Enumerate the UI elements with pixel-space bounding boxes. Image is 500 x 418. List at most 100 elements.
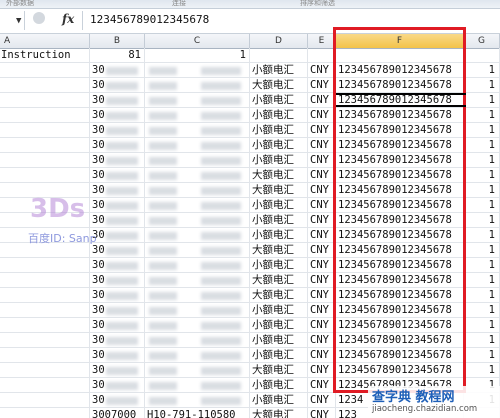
cancel-entry-icon[interactable]	[33, 12, 45, 24]
cell-c[interactable]	[145, 393, 250, 408]
cell-f[interactable]: 123456789012345678	[336, 108, 464, 123]
cell-f[interactable]: 123456789012345678	[336, 228, 464, 243]
cell-d[interactable]: 小额电汇	[250, 153, 308, 168]
cell-a[interactable]: Instruction	[0, 48, 90, 63]
cell-f[interactable]: 123456789012345678	[336, 138, 464, 153]
cell-f[interactable]: 123456789012345678	[336, 213, 464, 228]
cell-b[interactable]: 30	[90, 138, 145, 153]
cell-a[interactable]	[0, 363, 90, 378]
cell-g[interactable]: 1	[464, 288, 500, 303]
cell-d[interactable]: 小额电汇	[250, 258, 308, 273]
column-header-e[interactable]: E	[308, 34, 336, 48]
cell-f[interactable]: 123456789012345678	[336, 273, 464, 288]
cell-a[interactable]	[0, 408, 90, 418]
cell-g[interactable]: 1	[464, 243, 500, 258]
cell-f[interactable]: 123456789012345678	[336, 183, 464, 198]
cell-g[interactable]: 1	[464, 303, 500, 318]
cell-e[interactable]: CNY	[308, 183, 336, 198]
cell-b[interactable]: 30	[90, 318, 145, 333]
cell-d[interactable]: 大额电汇	[250, 168, 308, 183]
cell-a[interactable]	[0, 93, 90, 108]
cell-f[interactable]: 123456789012345678	[336, 153, 464, 168]
cell-e[interactable]: CNY	[308, 363, 336, 378]
cell-d[interactable]: 小额电汇	[250, 138, 308, 153]
cell-b[interactable]: 30	[90, 108, 145, 123]
cell-a[interactable]	[0, 213, 90, 228]
cell-g[interactable]: 1	[464, 168, 500, 183]
cell-b[interactable]: 30	[90, 258, 145, 273]
cell-d[interactable]	[250, 48, 308, 63]
cell-b[interactable]: 30	[90, 198, 145, 213]
cell-g[interactable]	[464, 48, 500, 63]
cell-d[interactable]: 小额电汇	[250, 348, 308, 363]
cell-e[interactable]: CNY	[308, 318, 336, 333]
cell-g[interactable]: 1	[464, 258, 500, 273]
cell-e[interactable]: CNY	[308, 63, 336, 78]
cell-b[interactable]: 30	[90, 288, 145, 303]
cell-d[interactable]: 小额电汇	[250, 333, 308, 348]
cell-a[interactable]	[0, 243, 90, 258]
cell-c[interactable]	[145, 303, 250, 318]
cell-c[interactable]: 1	[145, 48, 250, 63]
cell-b[interactable]: 30	[90, 168, 145, 183]
cell-c[interactable]: H10-791-110580	[145, 408, 250, 418]
cell-c[interactable]	[145, 288, 250, 303]
cell-a[interactable]	[0, 348, 90, 363]
cell-e[interactable]: CNY	[308, 288, 336, 303]
cell-c[interactable]	[145, 78, 250, 93]
cell-f[interactable]: 123456789012345678	[336, 303, 464, 318]
cell-d[interactable]: 小额电汇	[250, 393, 308, 408]
cell-e[interactable]: CNY	[308, 198, 336, 213]
cell-a[interactable]	[0, 228, 90, 243]
cell-c[interactable]	[145, 213, 250, 228]
cell-f[interactable]: 123456789012345678	[336, 288, 464, 303]
cell-d[interactable]: 小额电汇	[250, 228, 308, 243]
cell-g[interactable]: 1	[464, 78, 500, 93]
cell-a[interactable]	[0, 138, 90, 153]
cell-d[interactable]: 小额电汇	[250, 303, 308, 318]
cell-g[interactable]: 1	[464, 198, 500, 213]
ribbon-group-sort-filter[interactable]: 排序和筛选	[300, 0, 335, 8]
cell-b[interactable]: 30	[90, 78, 145, 93]
cell-f[interactable]: 123456789012345678	[336, 123, 464, 138]
chevron-down-icon[interactable]: ▼	[16, 16, 21, 26]
cell-e[interactable]: CNY	[308, 228, 336, 243]
cell-b[interactable]: 30	[90, 153, 145, 168]
cell-f[interactable]: 123456789012345678	[336, 333, 464, 348]
cell-c[interactable]	[145, 198, 250, 213]
cell-d[interactable]: 小额电汇	[250, 318, 308, 333]
column-header-c[interactable]: C	[145, 34, 250, 48]
cell-c[interactable]	[145, 348, 250, 363]
cell-f[interactable]: 123456789012345678	[336, 168, 464, 183]
cell-d[interactable]: 大额电汇	[250, 363, 308, 378]
cell-c[interactable]	[145, 243, 250, 258]
cell-f[interactable]: 123456789012345678	[336, 78, 464, 93]
cell-d[interactable]: 小额电汇	[250, 108, 308, 123]
cell-c[interactable]	[145, 363, 250, 378]
cell-e[interactable]: CNY	[308, 258, 336, 273]
cell-d[interactable]: 小额电汇	[250, 123, 308, 138]
cell-a[interactable]	[0, 318, 90, 333]
cell-e[interactable]: CNY	[308, 93, 336, 108]
cell-c[interactable]	[145, 153, 250, 168]
cell-b[interactable]: 3007000	[90, 408, 145, 418]
column-header-g[interactable]: G	[464, 34, 500, 48]
cell-g[interactable]: 1	[464, 123, 500, 138]
cell-f[interactable]: 123456789012345678	[336, 243, 464, 258]
cell-e[interactable]: CNY	[308, 243, 336, 258]
cell-b[interactable]: 30	[90, 63, 145, 78]
cell-e[interactable]: CNY	[308, 348, 336, 363]
cell-b[interactable]: 30	[90, 393, 145, 408]
cell-e[interactable]: CNY	[308, 303, 336, 318]
cell-d[interactable]: 小额电汇	[250, 378, 308, 393]
cell-b[interactable]: 30	[90, 333, 145, 348]
cell-g[interactable]: 1	[464, 348, 500, 363]
cell-b[interactable]: 30	[90, 213, 145, 228]
cell-f[interactable]: 123456789012345678	[336, 63, 464, 78]
cell-f[interactable]: 123456789012345678	[336, 363, 464, 378]
cell-g[interactable]: 1	[464, 93, 500, 108]
cell-f[interactable]: 123456789012345678	[336, 318, 464, 333]
cell-e[interactable]: CNY	[308, 378, 336, 393]
cell-g[interactable]: 1	[464, 63, 500, 78]
cell-a[interactable]	[0, 378, 90, 393]
